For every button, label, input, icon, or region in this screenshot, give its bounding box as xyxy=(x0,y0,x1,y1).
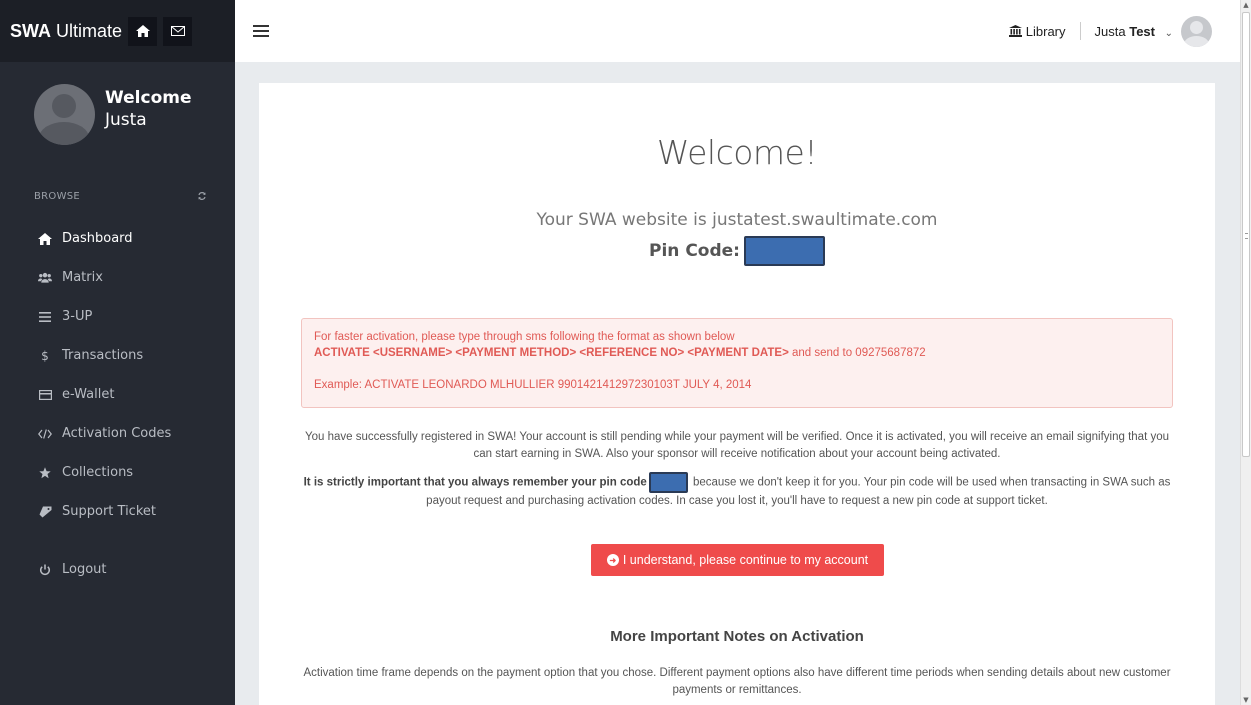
user-first-name: Justa xyxy=(1094,23,1126,39)
alert-number: and send to 09275687872 xyxy=(788,347,926,359)
bank-icon xyxy=(1008,25,1022,37)
brand-logo[interactable]: SWA Ultimate xyxy=(10,21,122,42)
library-label: Library xyxy=(1025,23,1066,39)
alert-example: Example: ACTIVATE LEONARDO MLHULLIER 990… xyxy=(314,379,752,391)
scroll-up-arrow-icon[interactable]: ▲ xyxy=(1241,0,1251,10)
home-button[interactable] xyxy=(128,16,158,46)
bars-icon xyxy=(39,311,51,322)
top-bar: Library Justa Test ⌄ xyxy=(235,0,1240,62)
dollar-icon: $ xyxy=(41,348,49,363)
sidebar-item-activation-codes[interactable]: Activation Codes xyxy=(0,414,235,453)
sidebar-nav: Dashboard Matrix 3-UP $ Transactions e-W… xyxy=(0,219,235,589)
menu-toggle-button[interactable] xyxy=(253,22,269,40)
welcome-panel: Welcome Justa xyxy=(0,62,235,167)
main-card: Welcome! Your SWA website is justatest.s… xyxy=(259,83,1215,705)
continue-button[interactable]: ➜ I understand, please continue to my ac… xyxy=(591,544,884,576)
activation-alert: For faster activation, please type throu… xyxy=(301,318,1173,408)
sidebar-item-label: Collections xyxy=(62,465,134,480)
sidebar-item-label: Transactions xyxy=(62,348,144,363)
sidebar-item-matrix[interactable]: Matrix xyxy=(0,258,235,297)
ticket-icon xyxy=(39,506,51,517)
sidebar-item-transactions[interactable]: $ Transactions xyxy=(0,336,235,375)
scroll-down-arrow-icon[interactable]: ▼ xyxy=(1241,695,1251,705)
library-link[interactable]: Library xyxy=(1008,23,1066,39)
sidebar-item-support-ticket[interactable]: Support Ticket xyxy=(0,492,235,531)
page-title: Welcome! xyxy=(656,133,818,172)
refresh-icon[interactable] xyxy=(197,191,207,201)
mail-button[interactable] xyxy=(163,16,193,46)
divider xyxy=(1079,22,1081,40)
credit-card-icon xyxy=(38,389,52,400)
notes-heading: More Important Notes on Activation xyxy=(610,628,864,645)
sidebar-item-label: Activation Codes xyxy=(62,426,172,441)
power-icon xyxy=(39,564,51,575)
sidebar-item-logout[interactable]: Logout xyxy=(0,550,235,589)
sidebar-item-ewallet[interactable]: e-Wallet xyxy=(0,375,235,414)
sidebar-item-label: Logout xyxy=(62,562,107,577)
page-scrollbar[interactable]: ▲ ▼ xyxy=(1240,0,1251,705)
brand-bold: SWA xyxy=(10,20,52,41)
brand-bar: SWA Ultimate xyxy=(0,0,235,62)
sidebar-item-label: Dashboard xyxy=(62,231,133,246)
users-icon xyxy=(38,272,52,283)
mail-icon xyxy=(170,26,185,36)
site-url-text: Your SWA website is justatest.swaultimat… xyxy=(536,210,938,230)
alert-line: For faster activation, please type throu… xyxy=(314,331,735,343)
user-last-name: Test xyxy=(1129,23,1155,39)
home-icon xyxy=(135,25,150,37)
user-avatar[interactable] xyxy=(1181,15,1212,47)
user-menu[interactable]: Justa Test ⌄ xyxy=(1095,24,1173,39)
home-icon xyxy=(38,232,52,245)
brand-rest: Ultimate xyxy=(51,20,123,41)
continue-button-label: I understand, please continue to my acco… xyxy=(622,553,869,567)
welcome-name: Justa xyxy=(105,110,147,130)
sidebar-item-label: e-Wallet xyxy=(62,387,115,402)
welcome-title: Welcome xyxy=(105,88,192,108)
sidebar-item-3up[interactable]: 3-UP xyxy=(0,297,235,336)
scroll-thumb[interactable] xyxy=(1242,12,1250,457)
sidebar-item-label: 3-UP xyxy=(62,309,93,324)
pin-code-redacted xyxy=(743,236,825,266)
pin-code-label: Pin Code: xyxy=(649,241,740,261)
avatar[interactable] xyxy=(34,84,95,145)
sidebar-item-label: Support Ticket xyxy=(62,504,156,519)
alert-format: ACTIVATE <USERNAME> <PAYMENT METHOD> <RE… xyxy=(314,347,789,359)
browse-label: BROWSE xyxy=(34,190,81,202)
arrow-circle-right-icon: ➜ xyxy=(606,554,619,566)
star-icon xyxy=(39,466,51,478)
sidebar-item-dashboard[interactable]: Dashboard xyxy=(0,219,235,258)
chevron-down-icon: ⌄ xyxy=(1164,27,1173,39)
pin-code-redacted-small xyxy=(648,472,688,493)
sidebar: SWA Ultimate Welcome Justa BROWSE Dashbo… xyxy=(0,0,235,705)
notes-paragraph: Activation time frame depends on the pay… xyxy=(303,667,1171,696)
pin-warning-bold: It is strictly important that you always… xyxy=(303,476,647,489)
code-icon xyxy=(38,428,52,439)
sidebar-item-label: Matrix xyxy=(62,270,103,285)
browse-header: BROWSE xyxy=(0,188,235,204)
sidebar-item-collections[interactable]: Collections xyxy=(0,453,235,492)
pin-code-row: Pin Code: xyxy=(259,236,1215,266)
pin-warning-paragraph: It is strictly important that you always… xyxy=(299,472,1175,510)
registration-paragraph: You have successfully registered in SWA!… xyxy=(305,431,1169,460)
alert-format-line: ACTIVATE <USERNAME> <PAYMENT METHOD> <RE… xyxy=(314,345,1160,361)
